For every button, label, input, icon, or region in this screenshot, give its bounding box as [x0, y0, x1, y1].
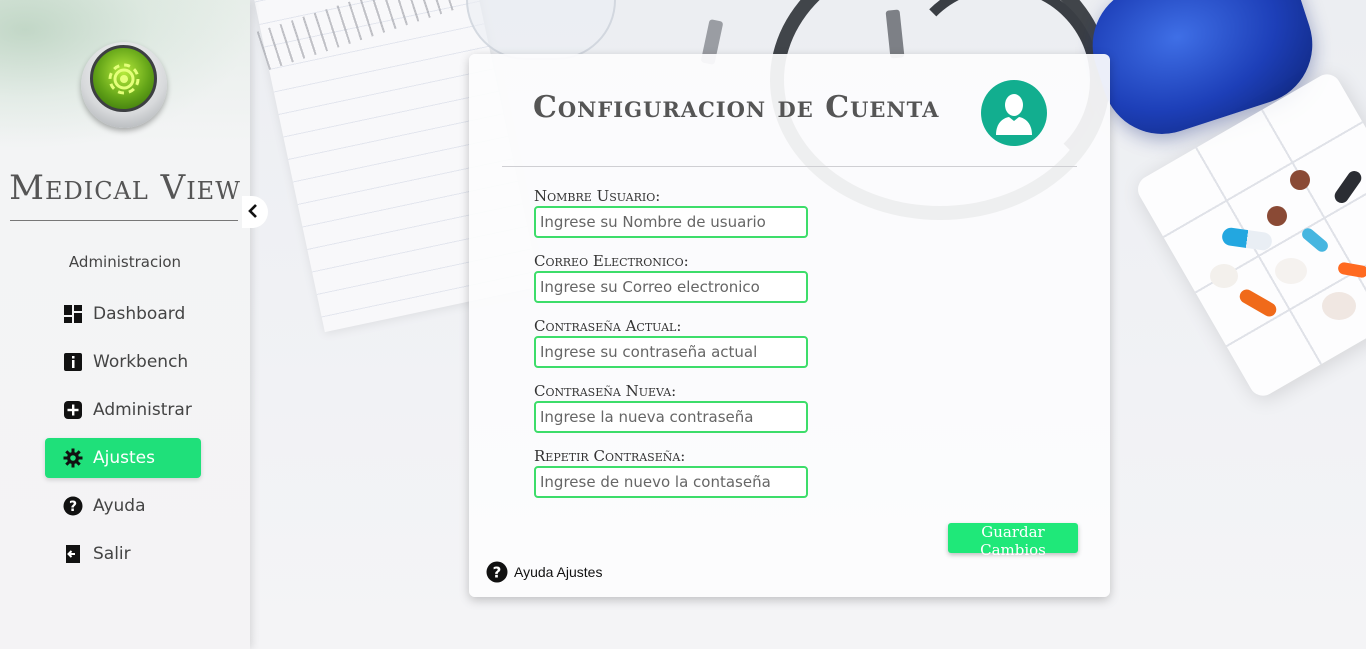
pill-decoration: [1322, 292, 1356, 320]
gear-icon: [108, 63, 139, 94]
current-password-field-group: Contraseña Actual:: [534, 316, 834, 368]
brand-name: Medical View: [9, 168, 241, 208]
username-field-group: Nombre Usuario:: [534, 186, 834, 238]
username-label: Nombre Usuario:: [534, 187, 661, 205]
sidebar-item-workbench[interactable]: Workbench: [45, 342, 201, 382]
help-settings-label: Ayuda Ajustes: [514, 564, 603, 580]
sidebar-item-label: Dashboard: [93, 304, 186, 324]
repeat-password-input[interactable]: [534, 466, 808, 498]
current-password-input[interactable]: [534, 336, 808, 368]
question-circle-icon: ?: [63, 496, 83, 516]
pill-decoration: [1275, 258, 1307, 284]
svg-text:?: ?: [69, 499, 77, 515]
avatar: [981, 80, 1047, 146]
page-title: Configuracion de Cuenta: [533, 90, 940, 125]
info-icon: [63, 352, 83, 372]
chevron-left-icon: [248, 203, 258, 222]
pill-decoration: [1290, 170, 1310, 190]
user-icon: [996, 94, 1032, 135]
sidebar-item-administrar[interactable]: Administrar: [45, 390, 201, 430]
repeat-password-label: Repetir Contraseña:: [534, 447, 686, 465]
logo: [81, 42, 167, 128]
gear-icon: [63, 448, 83, 468]
svg-text:?: ?: [493, 564, 502, 582]
title-divider: [502, 166, 1077, 167]
pill-decoration: [1210, 264, 1238, 288]
email-field-group: Correo Electronico:: [534, 251, 834, 303]
sidebar-item-ajustes[interactable]: Ajustes: [45, 438, 201, 478]
new-password-field-group: Contraseña Nueva:: [534, 381, 834, 433]
sidebar-item-label: Salir: [93, 544, 131, 564]
sidebar-item-salir[interactable]: Salir: [45, 534, 201, 574]
brand-divider: [10, 220, 238, 221]
dashboard-icon: [63, 304, 83, 324]
sidebar-section-title: Administracion: [68, 253, 182, 271]
new-password-input[interactable]: [534, 401, 808, 433]
save-changes-button[interactable]: Guardar Cambios: [948, 523, 1078, 559]
account-form: Nombre Usuario: Correo Electronico: Cont…: [534, 186, 834, 511]
sidebar-item-label: Ajustes: [93, 448, 155, 468]
pill-decoration: [1267, 206, 1287, 226]
sidebar-item-label: Administrar: [93, 400, 192, 420]
plus-square-icon: [63, 400, 83, 420]
sidebar-item-label: Workbench: [93, 352, 189, 372]
logo-gear-icon: [90, 45, 157, 112]
sidebar-nav: Dashboard Workbench Administrar Ajustes …: [45, 294, 201, 582]
new-password-label: Contraseña Nueva:: [534, 382, 677, 400]
exit-icon: [63, 544, 83, 564]
current-password-label: Contraseña Actual:: [534, 317, 682, 335]
help-settings-link[interactable]: ? Ayuda Ajustes: [486, 561, 602, 583]
email-input[interactable]: [534, 271, 808, 303]
username-input[interactable]: [534, 206, 808, 238]
account-settings-card: Configuracion de Cuenta Nombre Usuario: …: [469, 54, 1110, 597]
sidebar-item-ayuda[interactable]: ? Ayuda: [45, 486, 201, 526]
question-circle-icon: ?: [486, 561, 508, 583]
sidebar: Medical View Administracion Dashboard Wo…: [0, 0, 250, 649]
sidebar-item-dashboard[interactable]: Dashboard: [45, 294, 201, 334]
sidebar-item-label: Ayuda: [93, 496, 146, 516]
email-label: Correo Electronico:: [534, 252, 689, 270]
repeat-password-field-group: Repetir Contraseña:: [534, 446, 834, 498]
